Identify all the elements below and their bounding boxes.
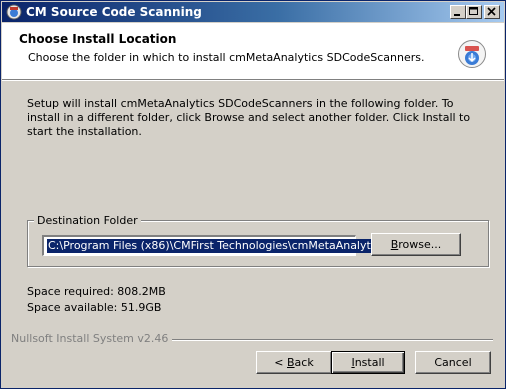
install-button[interactable]: Install — [331, 351, 405, 374]
installer-app-icon — [6, 4, 22, 20]
installer-window: CM Source Code Scanning Choose Install L… — [0, 0, 506, 389]
page-subtitle: Choose the folder in which to install cm… — [28, 51, 425, 64]
back-button[interactable]: < Back — [256, 351, 332, 374]
cancel-button[interactable]: Cancel — [415, 351, 491, 374]
maximize-button[interactable] — [466, 5, 482, 19]
maximize-icon — [469, 7, 478, 15]
minimize-icon — [454, 14, 460, 16]
close-icon — [487, 7, 496, 16]
browse-button[interactable]: Browse... — [371, 233, 461, 256]
destination-path-value: C:\Program Files (x86)\CMFirst Technolog… — [47, 239, 387, 253]
destination-folder-label: Destination Folder — [34, 214, 141, 227]
page-header: Choose Install Location Choose the folde… — [2, 23, 504, 79]
minimize-button[interactable] — [450, 5, 466, 19]
installer-branding: Nullsoft Install System v2.46 — [11, 332, 173, 345]
install-label: nstall — [354, 356, 385, 369]
window-title: CM Source Code Scanning — [26, 5, 202, 19]
cancel-label: Cancel — [434, 356, 472, 369]
installer-icon — [457, 39, 487, 69]
intro-text: Setup will install cmMetaAnalytics SDCod… — [27, 97, 471, 138]
destination-path-input[interactable]: C:\Program Files (x86)\CMFirst Technolog… — [42, 235, 387, 256]
header-divider-highlight — [2, 80, 504, 81]
title-bar[interactable]: CM Source Code Scanning — [2, 2, 504, 22]
space-required: Space required: 808.2MB — [27, 285, 166, 298]
browse-label: rowse... — [398, 238, 442, 251]
back-label: ack — [294, 356, 314, 369]
back-prefix: < — [274, 356, 287, 369]
close-button[interactable] — [484, 5, 500, 19]
page-title: Choose Install Location — [19, 32, 177, 46]
space-available: Space available: 51.9GB — [27, 301, 162, 314]
back-mnemonic: B — [287, 356, 295, 369]
